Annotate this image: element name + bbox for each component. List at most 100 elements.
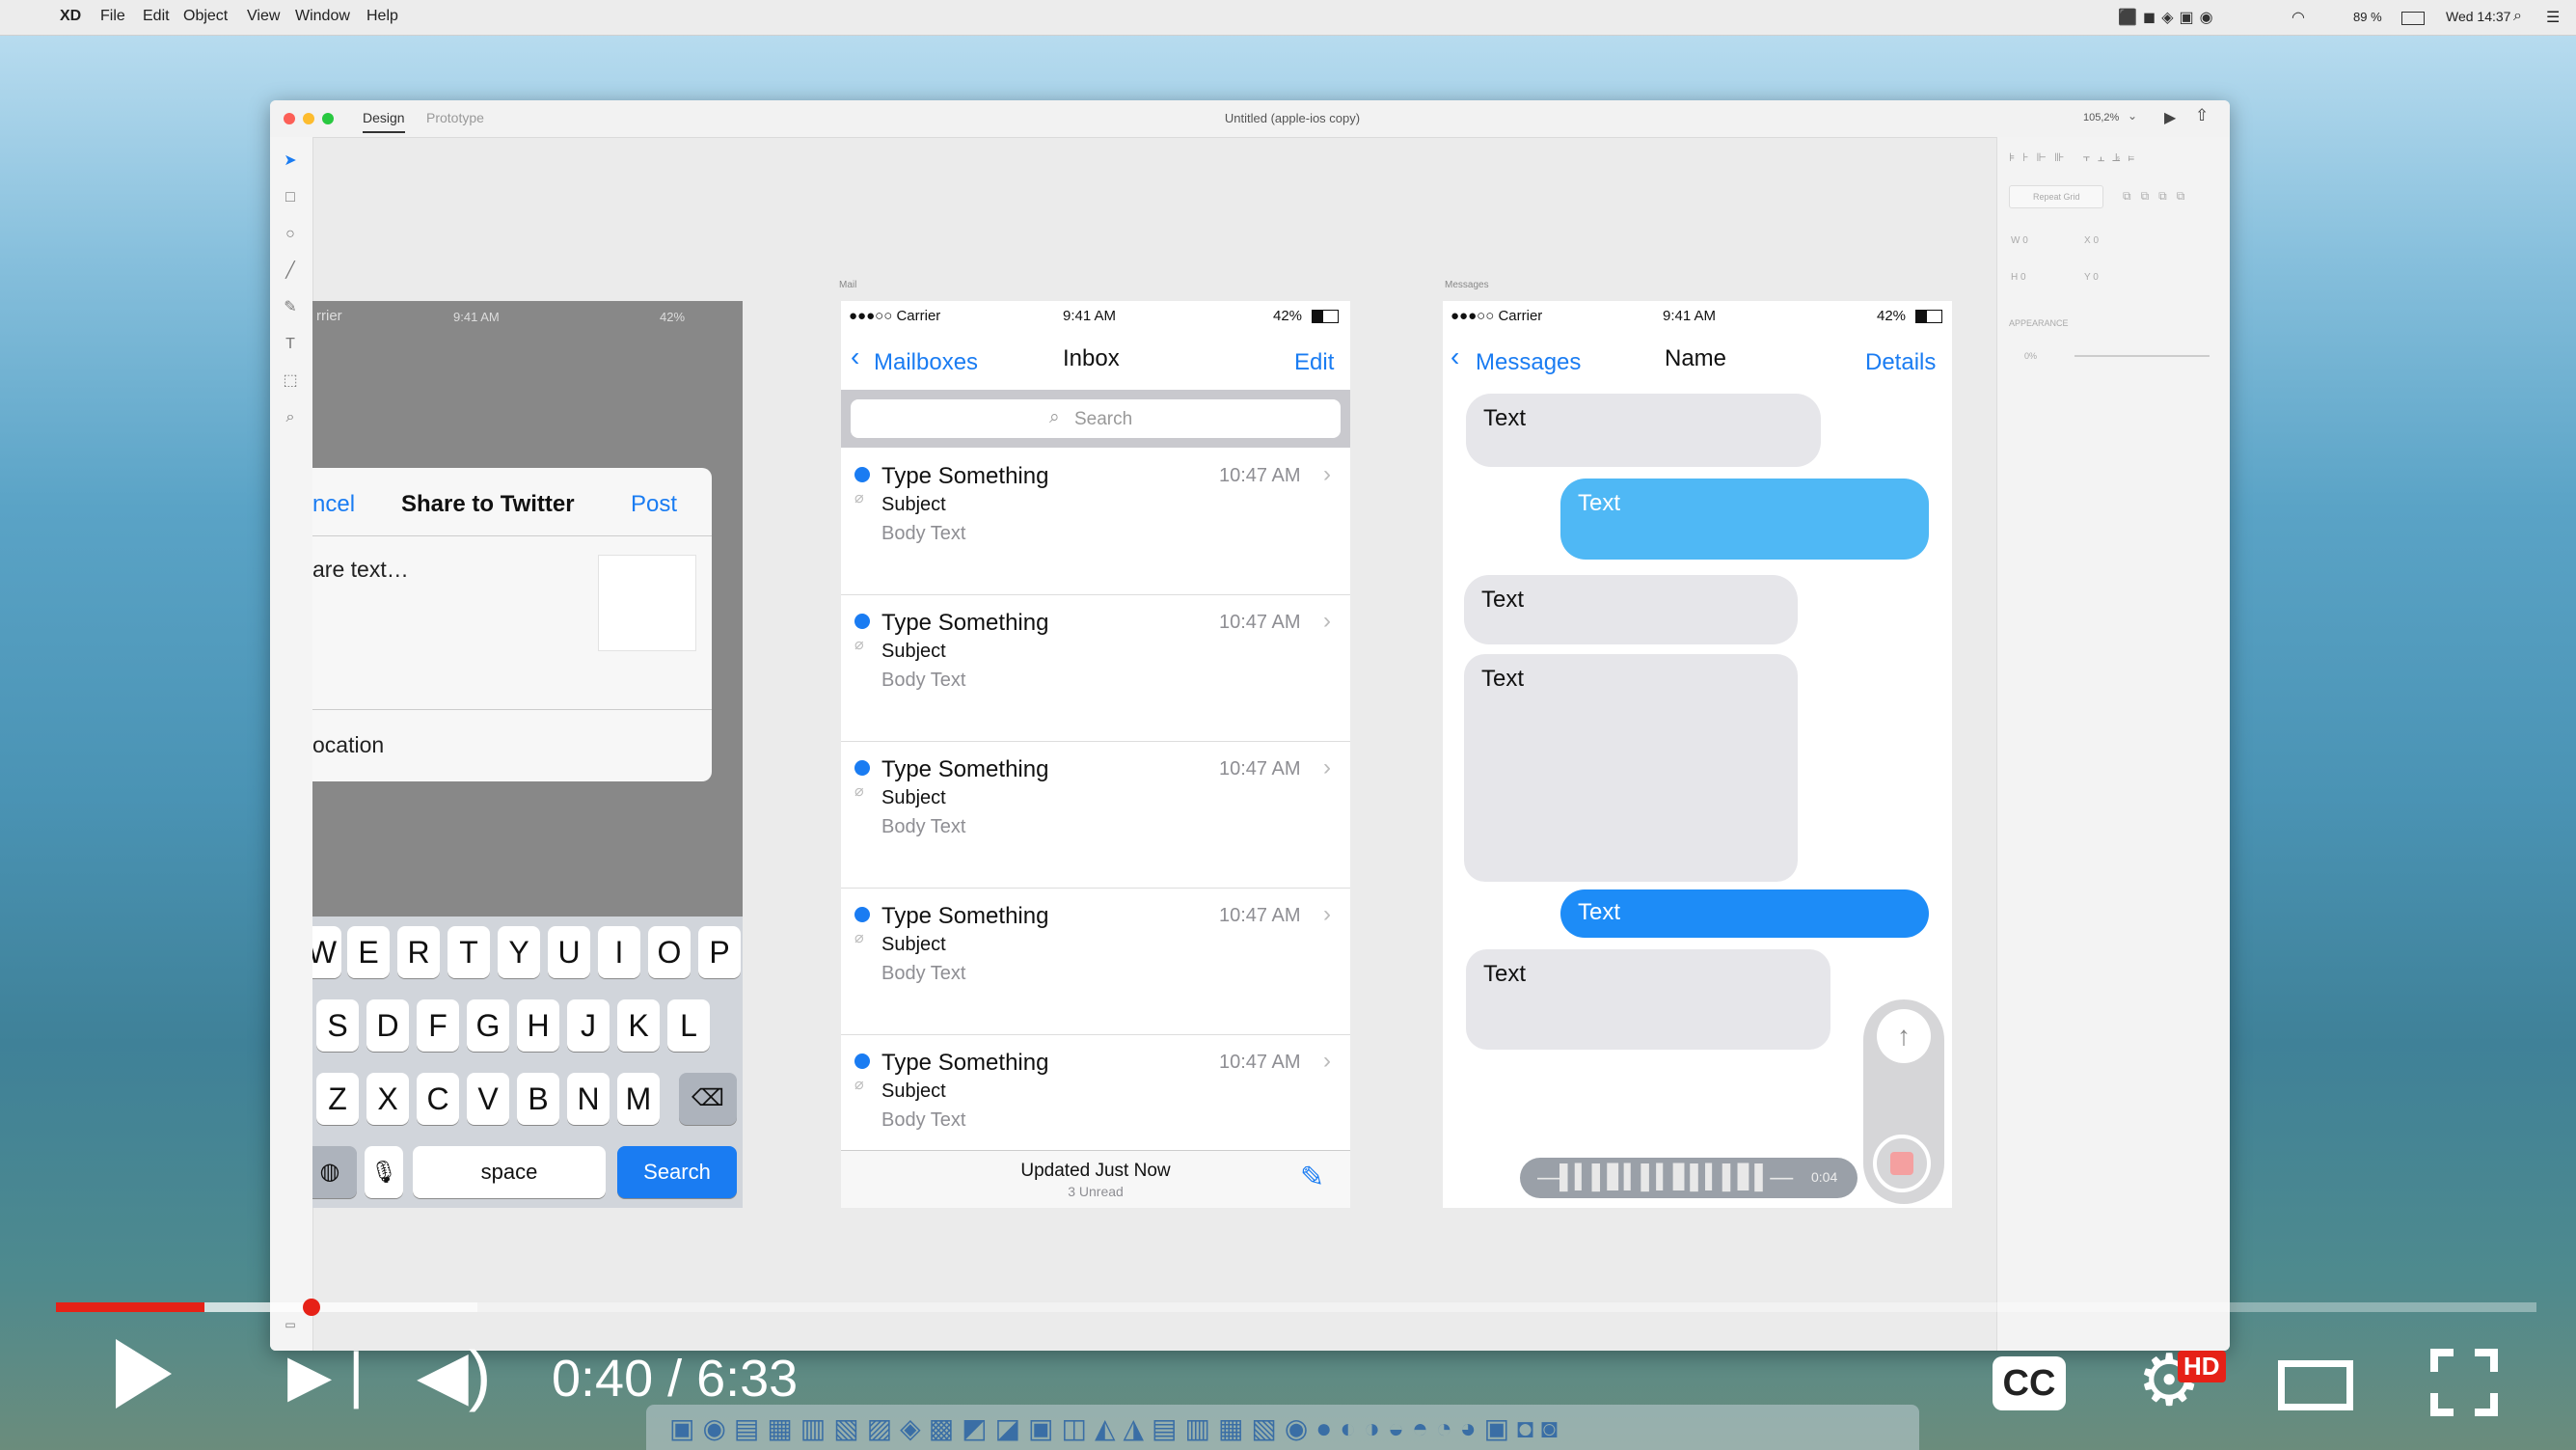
next-video-icon[interactable]: ▶❘ [287, 1347, 380, 1405]
back-messages-button[interactable]: Messages [1476, 349, 1581, 376]
details-button[interactable]: Details [1865, 349, 1936, 376]
send-arrow-icon[interactable]: ↑ [1877, 1009, 1931, 1063]
key-o[interactable]: O [648, 926, 691, 978]
volume-icon[interactable]: ◀) [417, 1341, 491, 1409]
rectangle-tool-icon[interactable]: □ [282, 189, 299, 206]
key-f[interactable]: F [417, 999, 459, 1052]
key-m[interactable]: M [617, 1073, 660, 1125]
message-bubble-incoming[interactable]: Text [1464, 575, 1798, 644]
post-button[interactable]: Post [631, 491, 677, 518]
boolean-icons[interactable]: ⧉⧉⧉⧉ [2123, 189, 2194, 204]
key-i[interactable]: I [598, 926, 640, 978]
back-mailboxes-button[interactable]: Mailboxes [874, 349, 978, 376]
fullscreen-icon[interactable] [2430, 1349, 2498, 1416]
tab-design[interactable]: Design [363, 110, 405, 133]
message-bubble-incoming[interactable]: Text [1466, 394, 1821, 467]
play-preview-icon[interactable]: ▶ [2164, 108, 2176, 127]
menu-app-xd[interactable]: XD [60, 8, 81, 25]
minimize-window-button[interactable] [303, 113, 314, 124]
captions-button[interactable]: CC [1993, 1356, 2066, 1410]
key-j[interactable]: J [567, 999, 610, 1052]
ellipse-tool-icon[interactable]: ○ [282, 226, 299, 243]
opacity-value[interactable]: 0% [2024, 351, 2037, 361]
key-k[interactable]: K [617, 999, 660, 1052]
globe-key-icon[interactable]: ◍ [312, 1146, 357, 1198]
space-key[interactable]: space [413, 1146, 606, 1198]
location-row[interactable]: ocation [312, 732, 384, 758]
select-tool-icon[interactable]: ➤ [282, 152, 299, 170]
key-s[interactable]: S [316, 999, 359, 1052]
mail-row[interactable]: ⌀ Type Something Subject Body Text 10:47… [841, 741, 1350, 889]
menu-view[interactable]: View [247, 8, 280, 25]
status-icons[interactable]: ⬛◼◈▣◉ [2118, 8, 2219, 27]
line-tool-icon[interactable]: ╱ [282, 262, 299, 280]
tab-prototype[interactable]: Prototype [426, 110, 484, 125]
share-icon[interactable]: ⇧ [2195, 106, 2209, 125]
spotlight-icon[interactable]: ⌕ [2513, 8, 2522, 25]
key-g[interactable]: G [467, 999, 509, 1052]
menu-edit[interactable]: Edit [143, 8, 170, 25]
zoom-level[interactable]: 105,2% [2083, 112, 2119, 123]
pen-tool-icon[interactable]: ✎ [282, 299, 299, 316]
message-bubble-outgoing[interactable]: Text [1560, 889, 1929, 938]
key-b[interactable]: B [517, 1073, 559, 1125]
menu-help[interactable]: Help [366, 8, 398, 25]
share-text-field[interactable]: are text… [312, 557, 409, 583]
zoom-tool-icon[interactable]: ⌕ [282, 409, 299, 426]
menu-file[interactable]: File [100, 8, 125, 25]
y-field[interactable]: Y 0 [2084, 272, 2099, 283]
menu-list-icon[interactable]: ☰ [2546, 8, 2560, 27]
mail-row[interactable]: ⌀ Type Something Subject Body Text 10:47… [841, 594, 1350, 742]
compose-icon[interactable]: ✎ [1300, 1161, 1324, 1194]
key-w[interactable]: W [312, 926, 341, 978]
dock-app-icons[interactable]: ▣◉▤▦▥▧▨◈▩◩◪▣◫◭◮▤▥▦▧◉●◐◑◒◓◔◕▣◘◙ [669, 1412, 1565, 1444]
x-field[interactable]: X 0 [2084, 235, 2099, 246]
close-window-button[interactable] [284, 113, 295, 124]
cancel-button[interactable]: ncel [312, 491, 355, 518]
key-v[interactable]: V [467, 1073, 509, 1125]
zoom-window-button[interactable] [322, 113, 334, 124]
key-h[interactable]: H [517, 999, 559, 1052]
microphone-key-icon[interactable]: 🎙 [365, 1146, 403, 1198]
mail-row[interactable]: ⌀ Type Something Subject Body Text 10:47… [841, 448, 1350, 595]
record-button[interactable] [1873, 1135, 1931, 1192]
wifi-icon[interactable]: ◠ [2291, 8, 2305, 27]
video-scrubber-handle[interactable] [303, 1299, 320, 1316]
chevron-left-icon[interactable]: ‹ [851, 342, 859, 372]
chevron-down-icon[interactable]: ⌄ [2128, 109, 2137, 123]
key-u[interactable]: U [548, 926, 590, 978]
attachment-thumbnail[interactable] [598, 555, 696, 651]
key-r[interactable]: R [397, 926, 440, 978]
clock[interactable]: Wed 14:37 [2446, 9, 2510, 24]
height-field[interactable]: H 0 [2011, 272, 2026, 283]
theater-mode-icon[interactable] [2278, 1360, 2353, 1410]
search-key[interactable]: Search [617, 1146, 737, 1198]
key-d[interactable]: D [366, 999, 409, 1052]
menu-object[interactable]: Object [183, 8, 228, 25]
key-c[interactable]: C [417, 1073, 459, 1125]
chevron-left-icon[interactable]: ‹ [1451, 342, 1459, 372]
key-l[interactable]: L [667, 999, 710, 1052]
message-bubble-incoming[interactable]: Text [1466, 949, 1830, 1050]
edit-button[interactable]: Edit [1294, 349, 1334, 376]
play-icon[interactable] [116, 1339, 172, 1409]
layers-icon[interactable]: ▭ [282, 1316, 299, 1333]
key-p[interactable]: P [698, 926, 741, 978]
artboard-tool-icon[interactable]: ⬚ [282, 372, 299, 390]
message-bubble-incoming[interactable]: Text [1464, 654, 1798, 882]
mail-row[interactable]: ⌀ Type Something Subject Body Text 10:47… [841, 888, 1350, 1035]
message-bubble-outgoing[interactable]: Text [1560, 479, 1929, 560]
key-n[interactable]: N [567, 1073, 610, 1125]
key-y[interactable]: Y [498, 926, 540, 978]
text-tool-icon[interactable]: T [282, 336, 299, 353]
width-field[interactable]: W 0 [2011, 235, 2028, 246]
menu-window[interactable]: Window [295, 8, 350, 25]
audio-waveform[interactable]: —▌▍▌▋▍▌▍▋▌▍▌▋▌— 0:04 [1520, 1158, 1857, 1198]
key-z[interactable]: Z [316, 1073, 359, 1125]
key-e[interactable]: E [347, 926, 390, 978]
key-t[interactable]: T [447, 926, 490, 978]
battery-icon[interactable] [2401, 12, 2425, 25]
search-input[interactable]: ⌕ Search [851, 399, 1341, 438]
backspace-key-icon[interactable]: ⌫ [679, 1073, 737, 1125]
repeat-grid-button[interactable]: Repeat Grid [2009, 185, 2103, 208]
